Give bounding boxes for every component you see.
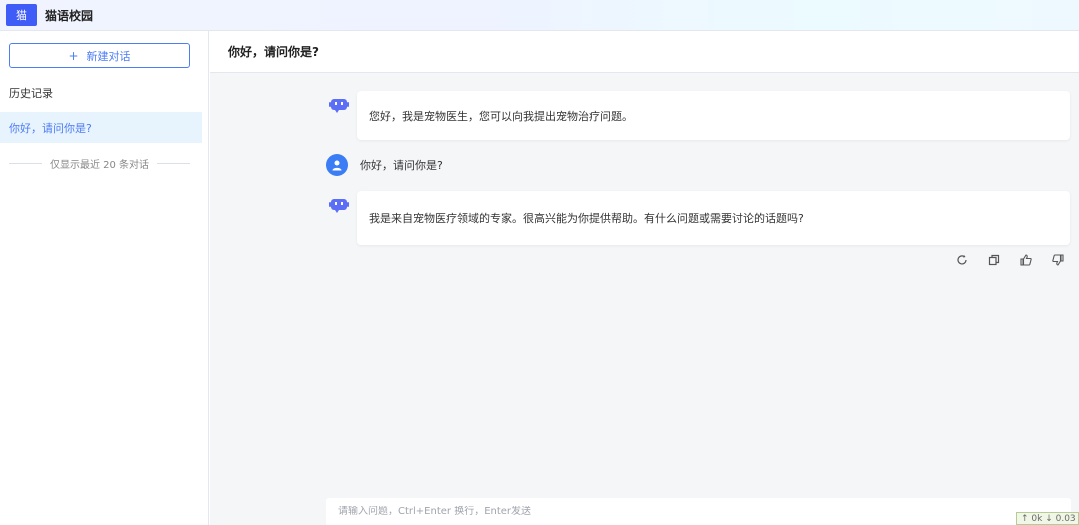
- bot-message: 您好，我是宠物医生，您可以向我提出宠物治疗问题。: [357, 91, 1070, 140]
- new-chat-label: 新建对话: [86, 49, 131, 63]
- chat-header: 你好，请问你是?: [210, 31, 1079, 73]
- thumbs-down-icon[interactable]: [1051, 253, 1064, 266]
- message-text: 您好，我是宠物医生，您可以向我提出宠物治疗问题。: [369, 109, 633, 123]
- divider-line: [157, 162, 190, 164]
- refresh-icon[interactable]: [955, 253, 968, 266]
- message-text: 我是来自宠物医疗领域的专家。很高兴能为你提供帮助。有什么问题或需要讨论的话题吗?: [369, 212, 804, 225]
- divider-line: [9, 162, 42, 164]
- user-avatar-icon: [326, 154, 348, 176]
- plus-icon: +: [68, 48, 79, 63]
- history-limit-text: 仅显示最近 20 条对话: [49, 159, 150, 171]
- question-input[interactable]: [338, 506, 1071, 517]
- network-speed-badge: ↑ 0k ↓ 0.03 K: [1016, 512, 1079, 525]
- thumbs-up-icon[interactable]: [1019, 253, 1032, 266]
- history-item-label: 你好，请问你是?: [9, 121, 92, 135]
- bot-avatar-icon: [328, 94, 350, 116]
- app-title: 猫语校园: [45, 8, 94, 23]
- history-limit-note: 仅显示最近 20 条对话: [9, 155, 190, 171]
- logo-char: 猫: [16, 9, 27, 22]
- history-title: 历史记录: [9, 87, 53, 100]
- new-chat-button[interactable]: + 新建对话: [9, 43, 190, 68]
- message-actions: [955, 253, 1064, 266]
- chat-panel: 你好，请问你是? 您好，我是宠物医生，您可以向我提出宠物治疗问题。 你好，请问你…: [210, 31, 1079, 525]
- speed-text: ↑ 0k ↓ 0.03 K: [1021, 513, 1079, 524]
- top-bar: 猫 猫语校园: [0, 0, 1079, 31]
- bot-message: 我是来自宠物医疗领域的专家。很高兴能为你提供帮助。有什么问题或需要讨论的话题吗?: [357, 191, 1070, 245]
- history-item[interactable]: 你好，请问你是?: [0, 112, 202, 143]
- chat-title: 你好，请问你是?: [228, 45, 319, 59]
- copy-icon[interactable]: [987, 253, 1000, 266]
- question-input-box[interactable]: [326, 498, 1071, 525]
- app-logo: 猫: [6, 4, 37, 26]
- bot-avatar-icon: [328, 194, 350, 216]
- sidebar: + 新建对话 历史记录 你好，请问你是? 仅显示最近 20 条对话: [0, 31, 209, 525]
- user-message: 你好，请问你是?: [360, 159, 443, 172]
